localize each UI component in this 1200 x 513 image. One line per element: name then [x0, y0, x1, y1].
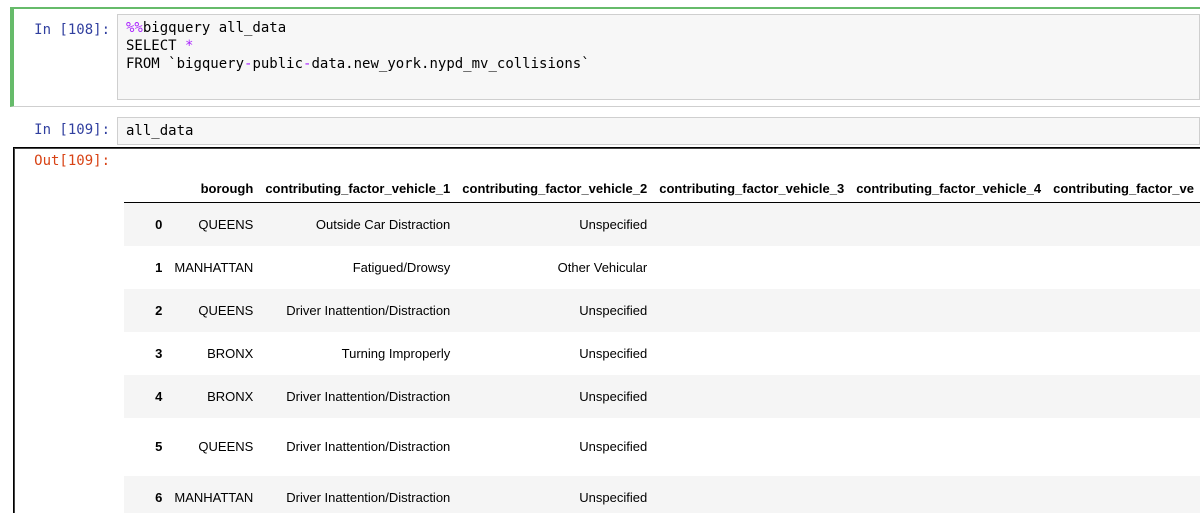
- dataframe-table: borough contributing_factor_vehicle_1 co…: [124, 148, 1200, 513]
- cell-cf2: Unspecified: [579, 439, 648, 454]
- table-row: 4 BRONX Driver Inattention/Distraction U…: [124, 374, 1200, 418]
- cell-borough: QUEENS: [198, 439, 254, 454]
- cell-borough: BRONX: [207, 345, 254, 361]
- cell-borough: QUEENS: [198, 302, 254, 318]
- magic-prefix: %%: [126, 20, 143, 36]
- cell-borough: MANHATTAN: [174, 259, 254, 275]
- sql-table-c: data.new_york.nypd_mv_collisions`: [311, 56, 590, 72]
- sql-from: FROM: [126, 56, 160, 72]
- code-text: all_data: [126, 123, 194, 139]
- table-row: 1 MANHATTAN Fatigued/Drowsy Other Vehicu…: [124, 246, 1200, 289]
- cell-cf2: Unspecified: [579, 216, 648, 232]
- output-area[interactable]: borough contributing_factor_vehicle_1 co…: [13, 147, 1200, 513]
- cell-borough: MANHATTAN: [174, 489, 254, 505]
- column-header: contributing_factor_vehicle_3: [653, 148, 851, 203]
- row-index: 6: [155, 489, 163, 505]
- table-row: 2 QUEENS Driver Inattention/Distraction …: [124, 288, 1200, 332]
- sql-table-b: public: [252, 56, 304, 72]
- cell-cf1: Turning Improperly: [341, 345, 451, 361]
- row-index: 4: [155, 388, 163, 404]
- input-prompt-108: In [108]:: [34, 22, 110, 38]
- row-index: 2: [155, 302, 163, 318]
- code-editor-108[interactable]: %%bigquery all_data SELECT * FROM `bigqu…: [117, 14, 1200, 100]
- cell-cf1: Driver Inattention/Distraction: [286, 302, 451, 318]
- code-editor-109[interactable]: all_data: [117, 117, 1200, 145]
- sql-select: SELECT: [126, 38, 177, 54]
- cell-cf1: Fatigued/Drowsy: [352, 259, 451, 275]
- cell-cf1: Driver Inattention/Distraction: [286, 489, 451, 505]
- table-row: 5 QUEENS Driver Inattention/Distraction …: [124, 418, 1200, 476]
- cell-cf1: Driver Inattention/Distraction: [286, 439, 451, 454]
- cell-cf2: Unspecified: [579, 345, 648, 361]
- row-index: 5: [155, 439, 163, 454]
- cell-cf2: Unspecified: [579, 388, 648, 404]
- cell-borough: BRONX: [207, 388, 254, 404]
- sql-star: *: [185, 38, 194, 54]
- sql-table-a: `bigquery: [168, 56, 245, 72]
- cell-cf2: Unspecified: [579, 302, 648, 318]
- table-header-row: borough contributing_factor_vehicle_1 co…: [124, 148, 1200, 203]
- cell-cf2: Unspecified: [579, 489, 648, 505]
- column-header: borough: [168, 148, 260, 203]
- row-index: 0: [155, 216, 163, 232]
- cell-cf1: Driver Inattention/Distraction: [286, 388, 451, 404]
- column-header: contributing_factor_ve: [1047, 148, 1200, 203]
- magic-command: bigquery all_data: [142, 20, 287, 36]
- column-header: contributing_factor_vehicle_2: [456, 148, 654, 203]
- table-row: 3 BRONX Turning Improperly Unspecified: [124, 332, 1200, 375]
- cell-cf1: Outside Car Distraction: [315, 216, 451, 232]
- row-index: 1: [155, 259, 163, 275]
- input-prompt-109: In [109]:: [34, 122, 110, 138]
- column-header: contributing_factor_vehicle_1: [259, 148, 457, 203]
- column-header: [124, 148, 169, 203]
- row-index: 3: [155, 345, 163, 361]
- cell-cf2: Other Vehicular: [557, 259, 648, 275]
- table-row: 6 MANHATTAN Driver Inattention/Distracti…: [124, 475, 1200, 513]
- cell-borough: QUEENS: [198, 216, 254, 232]
- table-row: 0 QUEENS Outside Car Distraction Unspeci…: [124, 202, 1200, 246]
- column-header: contributing_factor_vehicle_4: [850, 148, 1048, 203]
